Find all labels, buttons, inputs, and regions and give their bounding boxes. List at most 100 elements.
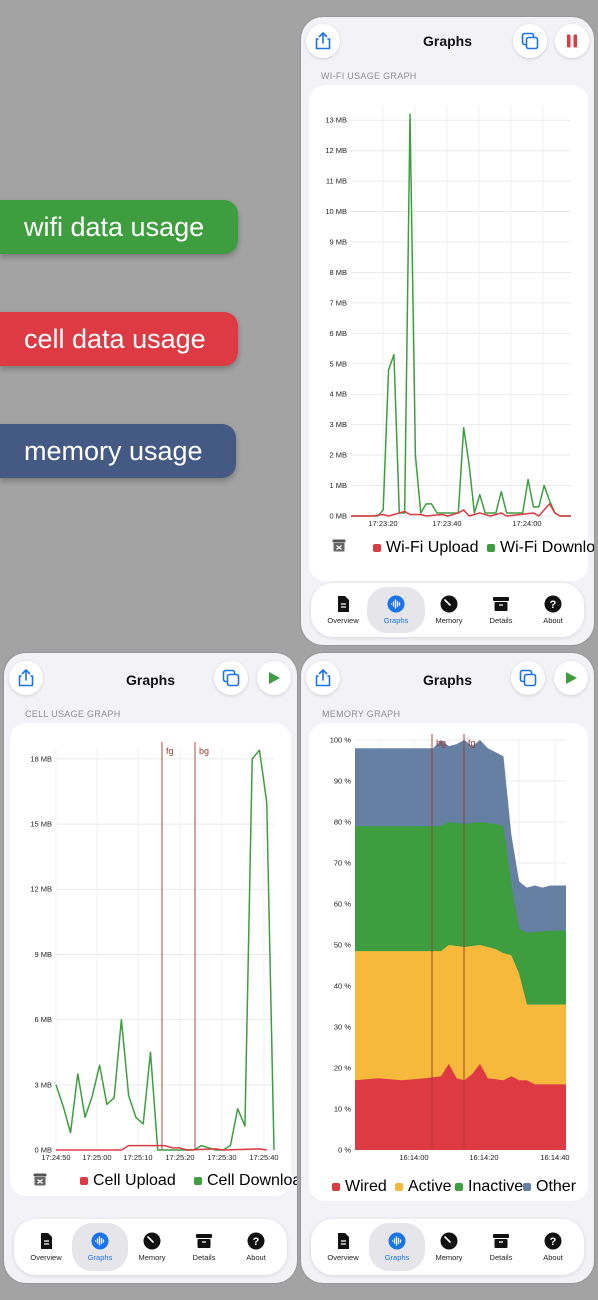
tab-about[interactable]: ? About xyxy=(230,1219,282,1275)
play-icon xyxy=(566,672,577,684)
y-tick-label: 90 % xyxy=(334,777,351,786)
x-tick-label: 17:25:40 xyxy=(249,1153,278,1162)
play-button[interactable] xyxy=(257,661,291,695)
section-header: WI-FI USAGE GRAPH xyxy=(321,71,417,81)
tab-graphs[interactable]: Graphs xyxy=(369,1223,425,1271)
event-marker-label: fg xyxy=(468,738,476,748)
y-tick-label: 10 MB xyxy=(325,207,347,216)
copy-button[interactable] xyxy=(513,24,547,58)
archive-box-icon xyxy=(493,597,509,611)
chart-card: 0 MB 3 MB 6 MB 9 MB 12 MB 15 MB 18 MB 17:24:50 1… xyxy=(10,723,297,1196)
y-tick-label: 80 % xyxy=(334,818,351,827)
x-tick-label: 17:25:10 xyxy=(123,1153,152,1162)
wifi-usage-chart: 0 MB 1 MB 2 MB 3 MB 4 MB 5 MB 6 MB 7 MB 8 MB 9 MB… xyxy=(325,105,571,528)
memory-graphs-screen: Graphs MEMORY GRAPH 0 % 10 % 20 % 30 % 40 % 5… xyxy=(301,653,594,1283)
x-tick-label: 17:25:30 xyxy=(207,1153,236,1162)
x-tick-label: 17:24:50 xyxy=(41,1153,70,1162)
y-tick-label: 3 MB xyxy=(34,1080,52,1089)
tab-bar: Overview Graphs Memory Details ? About xyxy=(311,1219,584,1275)
tab-graphs[interactable]: Graphs xyxy=(367,587,425,633)
y-tick-label: 10 % xyxy=(334,1105,351,1114)
tab-about[interactable]: ? About xyxy=(527,583,579,637)
clear-graph-icon[interactable] xyxy=(33,1173,47,1186)
page-title: Graphs xyxy=(125,672,175,688)
clear-graph-icon[interactable] xyxy=(332,539,346,552)
y-tick-label: 13 MB xyxy=(325,116,347,125)
y-tick-label: 8 MB xyxy=(329,268,347,277)
x-tick-label: 16:14:00 xyxy=(399,1153,428,1162)
tab-memory[interactable]: Memory xyxy=(126,1219,178,1275)
x-tick-label: 17:23:20 xyxy=(368,519,397,528)
page-title: Graphs xyxy=(422,33,472,49)
svg-text:?: ? xyxy=(550,1236,557,1248)
nav-bar: Graphs xyxy=(4,653,297,705)
y-tick-label: 9 MB xyxy=(34,950,52,959)
svg-text:?: ? xyxy=(253,1236,260,1248)
y-tick-label: 18 MB xyxy=(30,754,52,763)
tab-memory[interactable]: Memory xyxy=(423,1219,475,1275)
question-mark-icon: ? xyxy=(544,1232,562,1250)
question-mark-icon: ? xyxy=(544,595,562,613)
y-tick-label: 9 MB xyxy=(329,238,347,247)
tab-graphs[interactable]: Graphs xyxy=(72,1223,128,1271)
tab-about[interactable]: ? About xyxy=(527,1219,579,1275)
chart-card: 0 MB 1 MB 2 MB 3 MB 4 MB 5 MB 6 MB 7 MB 8 MB 9 MB… xyxy=(309,85,594,581)
tab-details[interactable]: Details xyxy=(178,1219,230,1275)
pause-button[interactable] xyxy=(555,24,589,58)
event-marker-label: bg xyxy=(199,746,209,756)
x-tick-label: 16:14:40 xyxy=(540,1153,569,1162)
tab-overview[interactable]: Overview xyxy=(317,583,369,637)
y-tick-label: 3 MB xyxy=(329,420,347,429)
tab-details[interactable]: Details xyxy=(475,583,527,637)
tab-overview[interactable]: Overview xyxy=(317,1219,369,1275)
page-title: Graphs xyxy=(422,672,472,688)
question-mark-icon: ? xyxy=(247,1232,265,1250)
play-icon xyxy=(269,672,280,684)
nav-bar: Graphs xyxy=(301,17,594,69)
tab-details[interactable]: Details xyxy=(475,1219,527,1275)
tab-memory[interactable]: Memory xyxy=(423,583,475,637)
tab-bar: Overview Graphs Memory Details ? About xyxy=(14,1219,287,1275)
y-tick-label: 60 % xyxy=(334,900,351,909)
copy-icon xyxy=(519,669,537,687)
memory-usage-chart: 0 % 10 % 20 % 30 % 40 % 50 % 60 % 70 % 80 % 90 % 1… xyxy=(330,734,570,1162)
legend-item: Cell Upload xyxy=(80,1172,176,1190)
y-tick-label: 7 MB xyxy=(329,298,347,307)
gauge-icon xyxy=(143,1232,161,1250)
archive-box-icon xyxy=(493,1234,509,1248)
section-header: MEMORY GRAPH xyxy=(322,709,401,719)
legend-item: Cell Download xyxy=(194,1172,297,1190)
y-tick-label: 0 % xyxy=(338,1146,351,1155)
y-tick-label: 6 MB xyxy=(34,1015,52,1024)
play-button[interactable] xyxy=(554,661,588,695)
tab-bar: Overview Graphs Memory Details ? About xyxy=(311,583,584,637)
legend-item: Inactive xyxy=(455,1178,523,1196)
y-tick-label: 20 % xyxy=(334,1064,351,1073)
cell-usage-chart: 0 MB3 MB6 MB9 MB12 MB15 MB18 MB17:24:50 1… xyxy=(30,742,279,1162)
svg-text:?: ? xyxy=(550,599,557,611)
line-wi-fi-download xyxy=(351,113,571,517)
y-tick-label: 1 MB xyxy=(329,481,347,490)
legend-item: Other xyxy=(523,1178,576,1196)
y-tick-label: 2 MB xyxy=(329,451,347,460)
y-tick-label: 15 MB xyxy=(30,820,52,829)
y-tick-label: 11 MB xyxy=(326,177,347,186)
pause-icon xyxy=(567,34,577,48)
legend-item: Wired xyxy=(332,1178,387,1196)
copy-button[interactable] xyxy=(214,661,248,695)
event-marker-label: fg xyxy=(166,746,174,756)
tab-overview[interactable]: Overview xyxy=(20,1219,72,1275)
copy-icon xyxy=(521,32,539,50)
line-cell-download xyxy=(55,749,275,1151)
cell-data-usage-label: cell data usage xyxy=(0,312,238,366)
copy-button[interactable] xyxy=(511,661,545,695)
document-icon xyxy=(338,1233,349,1249)
copy-icon xyxy=(222,669,240,687)
section-header: CELL USAGE GRAPH xyxy=(25,709,121,719)
legend-item: Wi-Fi Upload xyxy=(373,539,478,557)
y-tick-label: 0 MB xyxy=(329,512,347,521)
y-tick-label: 30 % xyxy=(334,1023,351,1032)
y-tick-label: 100 % xyxy=(330,736,352,745)
memory-usage-label: memory usage xyxy=(0,424,236,478)
y-tick-label: 5 MB xyxy=(329,359,347,368)
